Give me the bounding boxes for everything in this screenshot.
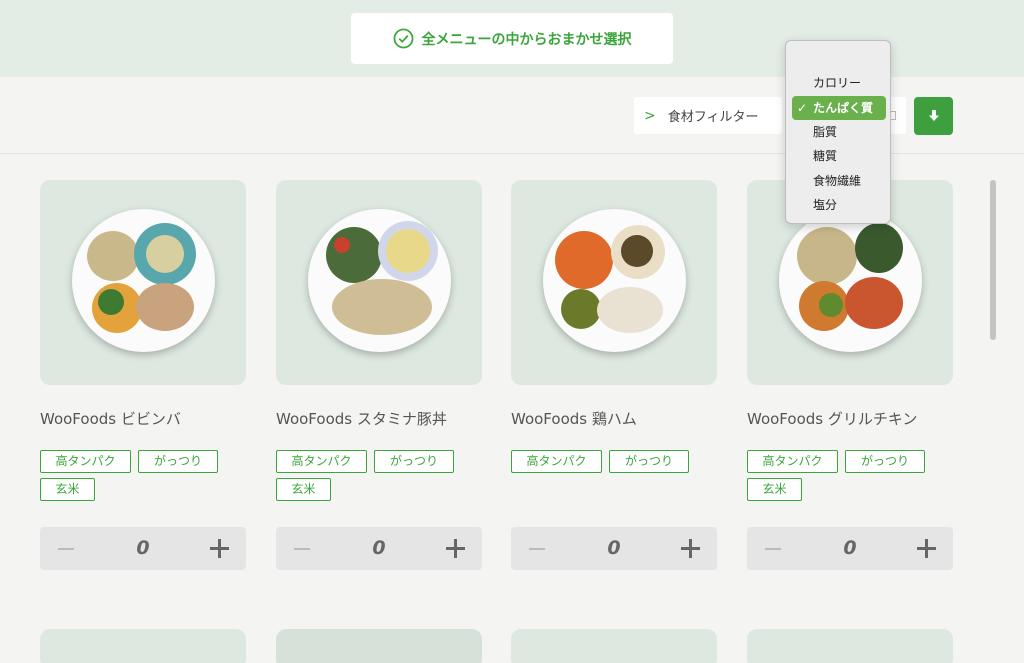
omakase-select-button[interactable]: 全メニューの中からおまかせ選択 [351, 13, 673, 64]
tag: 高タンパク [511, 450, 602, 473]
menu-card-image [40, 180, 246, 385]
tag: がっつり [374, 450, 454, 473]
menu-card-partial[interactable] [511, 629, 717, 663]
menu-card[interactable]: WooFoods 鶏ハム 高タンパク がっつり 0 [511, 180, 717, 570]
tag: 玄米 [40, 478, 95, 501]
menu-card-image [511, 180, 717, 385]
menu-item-name: WooFoods グリルチキン [747, 410, 918, 428]
download-icon [928, 110, 939, 121]
menu-card[interactable]: WooFoods ビビンバ 高タンパク がっつり 玄米 0 [40, 180, 246, 570]
filter-label: 食材フィルター [667, 110, 759, 125]
menu-card-partial[interactable] [40, 629, 246, 663]
quantity-stepper: 0 [276, 527, 482, 570]
plate-image [308, 209, 451, 352]
download-button[interactable] [914, 97, 953, 135]
tag: がっつり [138, 450, 218, 473]
menu-card[interactable]: WooFoods スタミナ豚丼 高タンパク がっつり 玄米 0 [276, 180, 482, 570]
tag: 高タンパク [276, 450, 367, 473]
tag: 高タンパク [40, 450, 131, 473]
tag: がっつり [845, 450, 925, 473]
sort-dropdown-menu: カロリー ✓ たんぱく質 脂質 糖質 食物繊維 塩分 [785, 40, 891, 224]
menu-item-name: WooFoods ビビンバ [40, 410, 181, 428]
menu-card-partial[interactable] [747, 629, 953, 663]
quantity-stepper: 0 [40, 527, 246, 570]
chevron-right-icon: > [644, 107, 656, 124]
tag: 玄米 [747, 478, 802, 501]
sort-option-protein[interactable]: ✓ たんぱく質 [792, 96, 886, 120]
check-circle-icon [393, 28, 413, 49]
tag: がっつり [609, 450, 689, 473]
plus-icon[interactable] [917, 539, 936, 558]
sort-option-calorie[interactable]: カロリー [792, 71, 886, 95]
sort-option-fiber[interactable]: 食物繊維 [792, 169, 886, 193]
sort-option-protein-label: たんぱく質 [813, 101, 874, 115]
plus-icon[interactable] [446, 539, 465, 558]
sort-option-fat[interactable]: 脂質 [792, 120, 886, 144]
tag: 玄米 [276, 478, 331, 501]
ingredient-filter-button[interactable]: > 食材フィルター [634, 97, 782, 134]
tag: 高タンパク [747, 450, 838, 473]
check-icon: ✓ [797, 101, 808, 115]
omakase-label: 全メニューの中からおまかせ選択 [421, 31, 632, 48]
quantity-stepper: 0 [511, 527, 717, 570]
menu-card-image [276, 180, 482, 385]
sort-option-salt[interactable]: 塩分 [792, 193, 886, 217]
plus-icon[interactable] [681, 539, 700, 558]
menu-card-partial[interactable] [276, 629, 482, 663]
plus-icon[interactable] [210, 539, 229, 558]
scrollbar-thumb[interactable] [990, 180, 996, 340]
quantity-stepper: 0 [747, 527, 953, 570]
menu-item-name: WooFoods 鶏ハム [511, 410, 637, 428]
menu-item-name: WooFoods スタミナ豚丼 [276, 410, 447, 428]
plate-image [543, 209, 686, 352]
sort-option-sugar[interactable]: 糖質 [792, 144, 886, 168]
scrollbar[interactable] [990, 180, 996, 663]
plate-image [72, 209, 215, 352]
plate-image [779, 209, 922, 352]
